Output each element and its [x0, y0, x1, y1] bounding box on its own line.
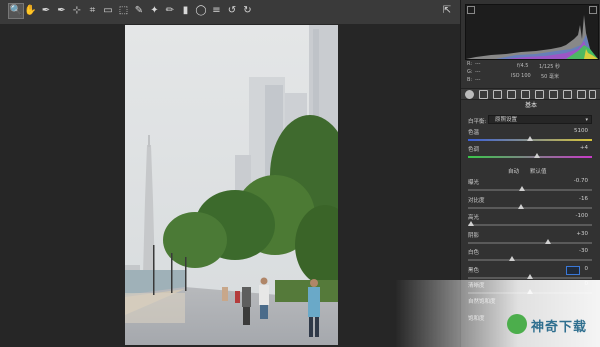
tint-value[interactable]: +4 [564, 145, 588, 151]
white-balance-tool-icon[interactable]: ✒ [39, 4, 53, 18]
tab-tone-curve-icon[interactable] [479, 90, 488, 99]
straighten-tool-icon[interactable]: ▭ [101, 4, 115, 18]
histogram-graph [466, 15, 598, 59]
panel-tabs [461, 88, 600, 100]
image-info: R: --- G: --- B: --- f/4.5 1/125 秒 ISO 1… [465, 60, 597, 86]
tab-detail-icon[interactable] [493, 90, 502, 99]
temperature-slider[interactable] [468, 136, 592, 141]
zoom-tool-icon[interactable]: 🔍 [8, 3, 24, 19]
auto-button[interactable]: 自动 [508, 167, 528, 175]
watermark: 神奇下载 [507, 311, 597, 337]
tab-effects-icon[interactable] [549, 90, 558, 99]
tab-basic-icon[interactable] [465, 90, 474, 99]
white-balance-select[interactable]: 原照设置 ▾ [488, 115, 592, 124]
image-canvas[interactable] [0, 24, 460, 347]
photo-preview [125, 25, 338, 345]
whites-value[interactable]: -30 [564, 248, 588, 254]
section-title: 基本 [524, 102, 537, 109]
r-label: R: [467, 61, 473, 67]
white-balance-value: 原照设置 [495, 117, 518, 123]
contrast-slider[interactable] [468, 203, 592, 209]
shutter-value: 1/125 秒 [539, 64, 560, 70]
contrast-value[interactable]: -16 [564, 196, 588, 202]
contrast-slider-thumb[interactable] [517, 203, 524, 209]
shadows-value[interactable]: +30 [564, 231, 588, 237]
spot-removal-tool-icon[interactable]: ✎ [132, 4, 146, 18]
fullscreen-toggle-icon[interactable]: ⇱ [440, 4, 454, 18]
temperature-value[interactable]: 5100 [564, 128, 588, 134]
color-sampler-tool-icon[interactable]: ✒ [55, 4, 69, 18]
tab-lens-corrections-icon[interactable] [535, 90, 544, 99]
targeted-adjustment-tool-icon[interactable]: ⊹ [70, 4, 84, 18]
red-eye-tool-icon[interactable]: ✦ [148, 4, 162, 18]
focal-length-value: 50 毫米 [541, 74, 559, 80]
whites-slider[interactable] [468, 256, 592, 261]
iso-value: ISO 100 [511, 73, 531, 79]
highlights-value[interactable]: -100 [564, 213, 588, 219]
highlights-slider-thumb[interactable] [468, 221, 474, 226]
blacks-value-edit[interactable] [566, 265, 580, 275]
hand-tool-icon[interactable]: ✋ [24, 4, 38, 18]
tint-slider[interactable] [468, 153, 592, 158]
exposure-slider-thumb[interactable] [518, 186, 525, 191]
highlights-slider[interactable] [468, 221, 592, 226]
b-label: B: [467, 77, 473, 83]
tab-hsl-icon[interactable] [507, 90, 516, 99]
adjustment-brush-icon[interactable]: ✏ [163, 4, 177, 18]
crop-tool-icon[interactable]: ⌗ [86, 4, 100, 18]
toolbar: 🔍 ✋ ✒ ✒ ⊹ ⌗ ▭ ⬚ ✎ ✦ ✏ ▮ ◯ ≡ ↺ ↻ ⇱ [0, 0, 460, 25]
blacks-slider-thumb[interactable] [527, 273, 533, 279]
exposure-value[interactable]: -0.70 [564, 178, 588, 184]
shadows-slider-thumb[interactable] [544, 238, 551, 244]
g-value: --- [475, 69, 481, 75]
temperature-slider-thumb[interactable] [527, 136, 533, 141]
chevron-down-icon: ▾ [585, 117, 588, 123]
rotate-right-icon[interactable]: ↻ [241, 4, 255, 18]
radial-filter-icon[interactable]: ◯ [194, 4, 208, 18]
watermark-text: 神奇下载 [531, 320, 588, 335]
transform-tool-icon[interactable]: ⬚ [117, 4, 131, 18]
shadows-slider[interactable] [468, 238, 592, 244]
rotate-left-icon[interactable]: ↺ [225, 4, 239, 18]
graduated-filter-icon[interactable]: ▮ [179, 4, 193, 18]
aperture-value: f/4.5 [517, 63, 529, 69]
default-button[interactable]: 默认值 [530, 167, 560, 175]
g-label: G: [467, 69, 473, 75]
tab-split-toning-icon[interactable] [521, 90, 530, 99]
b-value: --- [475, 77, 481, 83]
r-value: --- [475, 61, 481, 67]
tab-snapshots-icon[interactable] [589, 90, 596, 99]
watermark-logo-icon [507, 314, 527, 334]
whites-slider-thumb[interactable] [509, 256, 516, 261]
tab-presets-icon[interactable] [577, 90, 586, 99]
tint-slider-thumb[interactable] [534, 153, 541, 158]
histogram [465, 4, 599, 60]
highlight-clipping-warning-icon[interactable] [589, 6, 597, 14]
exposure-slider[interactable] [468, 186, 592, 191]
shadow-clipping-warning-icon[interactable] [467, 6, 475, 14]
blacks-slider[interactable] [468, 273, 592, 279]
tab-camera-calibration-icon[interactable] [563, 90, 572, 99]
presets-icon[interactable]: ≡ [210, 4, 224, 18]
